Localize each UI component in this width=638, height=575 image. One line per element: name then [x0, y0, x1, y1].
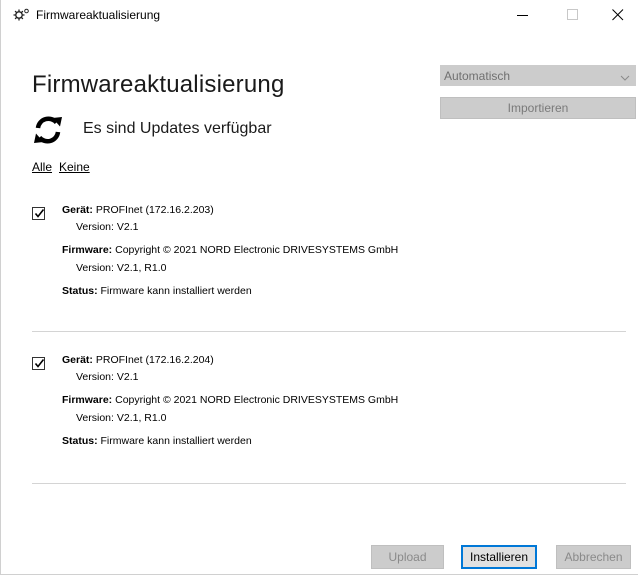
device-label: Gerät:	[62, 204, 93, 216]
status-line: Status: Firmware kann installiert werden	[62, 435, 252, 447]
minimize-icon	[517, 15, 528, 16]
chevron-down-icon	[620, 70, 630, 81]
maximize-button[interactable]	[550, 0, 596, 30]
divider	[32, 331, 626, 332]
firmware-label: Firmware:	[62, 244, 113, 256]
status-label: Status:	[62, 435, 98, 447]
checkmark-icon	[34, 209, 45, 218]
device-name: PROFInet (172.16.2.204)	[95, 354, 214, 366]
device-item: Gerät: PROFInet (172.16.2.204) Version: …	[32, 354, 632, 454]
firmware-copyright: Copyright © 2021 NORD Electronic DRIVESY…	[115, 244, 399, 256]
refresh-icon	[31, 113, 65, 147]
device-version: Version: V2.1	[76, 221, 139, 233]
page-title: Firmwareaktualisierung	[32, 71, 285, 98]
divider	[32, 483, 626, 484]
close-icon	[612, 9, 624, 21]
firmware-copyright: Copyright © 2021 NORD Electronic DRIVESY…	[115, 394, 399, 406]
mode-dropdown[interactable]: Automatisch	[440, 65, 636, 86]
device-checkbox[interactable]	[32, 207, 45, 220]
update-status-text: Es sind Updates verfügbar	[83, 120, 272, 137]
firmware-update-window: Firmwareaktualisierung Firmwareaktualisi…	[0, 0, 638, 575]
select-all-link[interactable]: Alle	[32, 160, 52, 174]
device-checkbox[interactable]	[32, 357, 45, 370]
device-name: PROFInet (172.16.2.203)	[95, 204, 214, 216]
minimize-button[interactable]	[500, 0, 546, 30]
close-button[interactable]	[595, 0, 638, 30]
mode-dropdown-value: Automatisch	[444, 69, 511, 83]
device-item: Gerät: PROFInet (172.16.2.203) Version: …	[32, 204, 632, 304]
device-label: Gerät:	[62, 354, 93, 366]
gear-icon	[12, 7, 30, 23]
device-name-line: Gerät: PROFInet (172.16.2.203)	[62, 204, 214, 216]
status-text: Firmware kann installiert werden	[100, 435, 252, 447]
firmware-version: Version: V2.1, R1.0	[76, 412, 167, 424]
upload-button[interactable]: Upload	[371, 545, 444, 569]
install-button[interactable]: Installieren	[461, 545, 537, 569]
window-title: Firmwareaktualisierung	[36, 8, 161, 22]
firmware-version: Version: V2.1, R1.0	[76, 262, 167, 274]
firmware-line: Firmware: Copyright © 2021 NORD Electron…	[62, 244, 398, 256]
device-name-line: Gerät: PROFInet (172.16.2.204)	[62, 354, 214, 366]
firmware-label: Firmware:	[62, 394, 113, 406]
status-label: Status:	[62, 285, 98, 297]
cancel-button[interactable]: Abbrechen	[556, 545, 631, 569]
device-version: Version: V2.1	[76, 371, 139, 383]
maximize-icon	[567, 9, 578, 20]
import-button[interactable]: Importieren	[440, 97, 636, 119]
select-none-link[interactable]: Keine	[59, 160, 90, 174]
firmware-line: Firmware: Copyright © 2021 NORD Electron…	[62, 394, 398, 406]
status-line: Status: Firmware kann installiert werden	[62, 285, 252, 297]
status-text: Firmware kann installiert werden	[100, 285, 252, 297]
title-bar: Firmwareaktualisierung	[1, 0, 638, 30]
checkmark-icon	[34, 359, 45, 368]
